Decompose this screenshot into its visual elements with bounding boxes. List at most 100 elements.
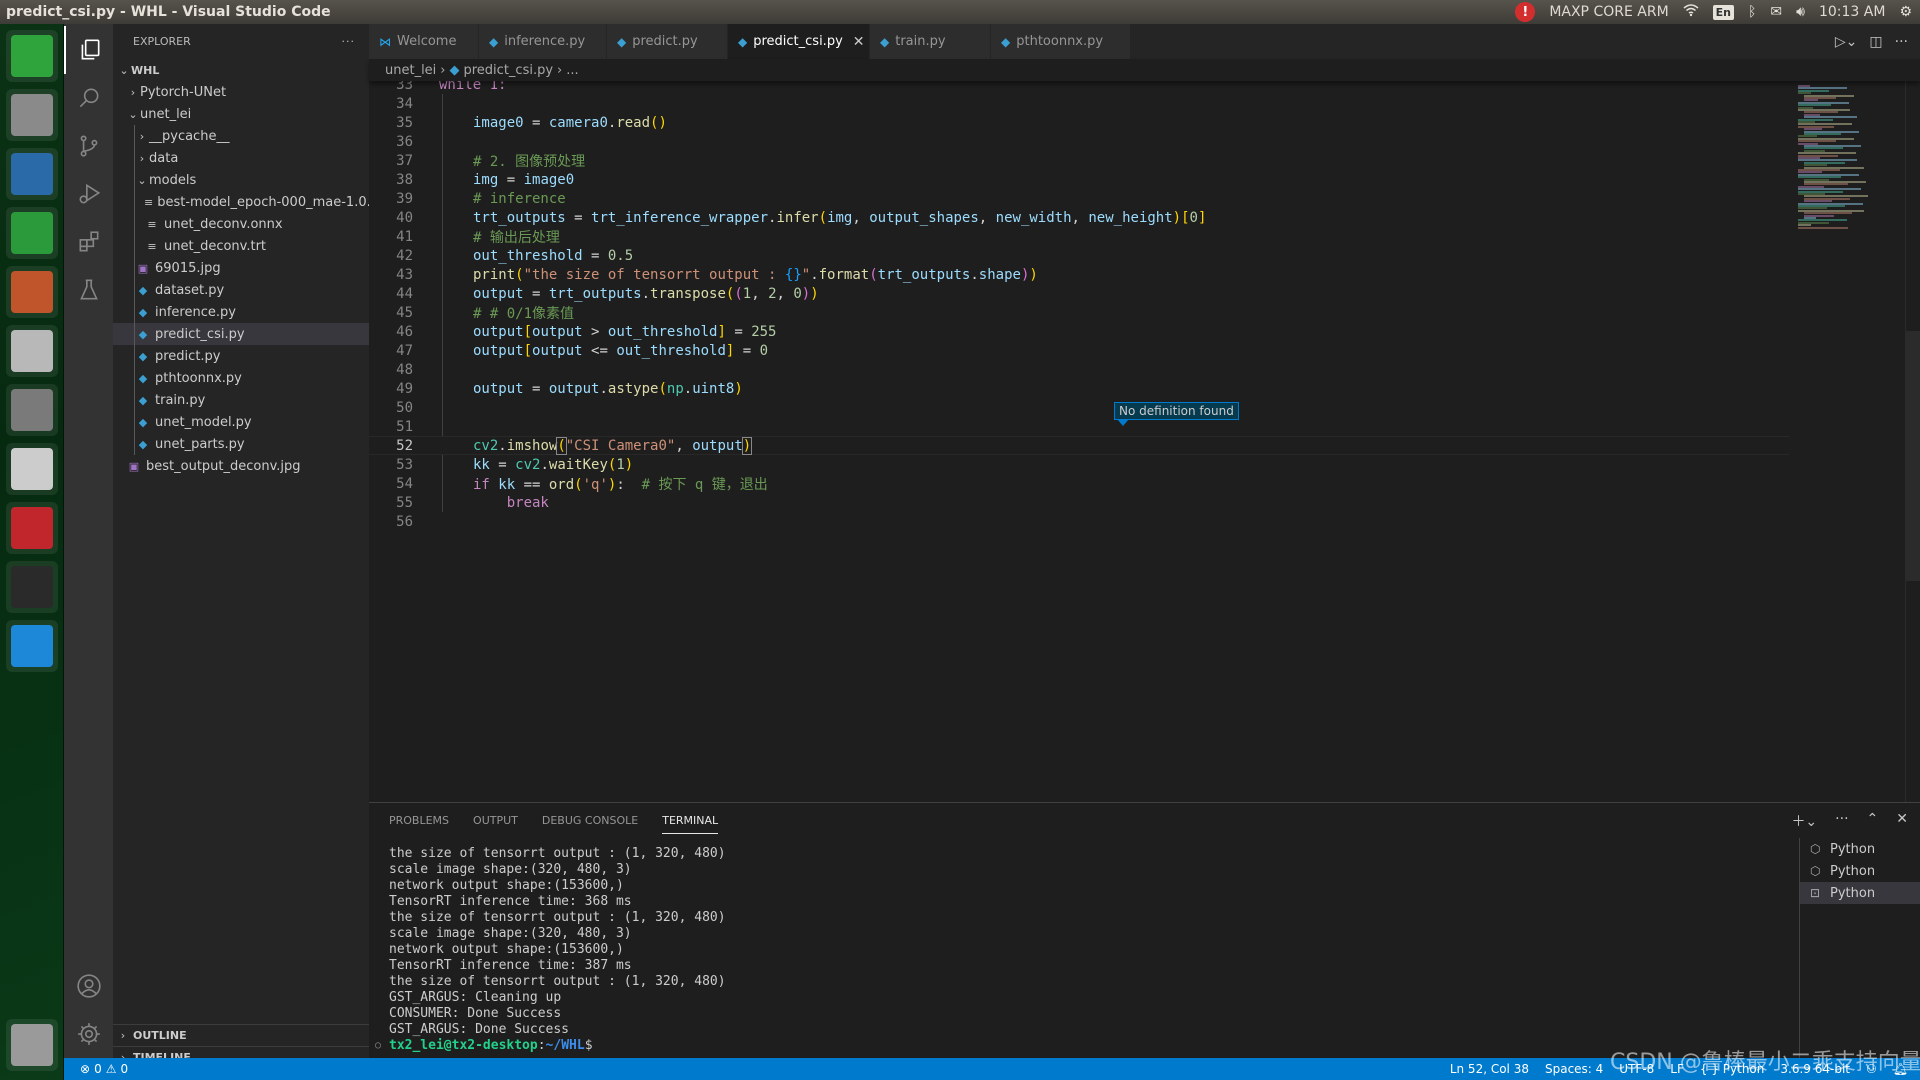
tree-file-item[interactable]: ◆ dataset.py xyxy=(113,279,369,301)
testing-flask-icon[interactable] xyxy=(64,266,113,314)
terminal-output[interactable]: the size of tensorrt output : (1, 320, 4… xyxy=(375,846,1769,1054)
tree-file-item[interactable]: ≡ unet_deconv.onnx xyxy=(113,213,369,235)
search-icon[interactable] xyxy=(64,74,113,122)
tree-file-item[interactable]: ◆ inference.py xyxy=(113,301,369,323)
launcher-vscode-icon[interactable] xyxy=(6,620,58,672)
tree-file-item[interactable]: ▣ 69015.jpg xyxy=(113,257,369,279)
tree-file-item[interactable]: ◆ train.py xyxy=(113,389,369,411)
account-icon[interactable] xyxy=(64,962,113,1010)
tree-folder-item[interactable]: › Pytorch-UNet xyxy=(113,81,369,103)
alert-icon[interactable]: ! xyxy=(1515,2,1536,22)
tree-folder-item[interactable]: › data xyxy=(113,147,369,169)
system-tray: ! MAXP CORE ARM En ᛒ ✉ 🔊︎ 10:13 AM ⚙ xyxy=(1515,2,1920,22)
code-editor[interactable]: 33 while 1: No definition found 34 35 imag… xyxy=(369,81,1920,802)
problems-status[interactable]: ⊗ 0 ⚠ 0 xyxy=(64,1062,128,1076)
code-token: [ xyxy=(1181,209,1190,226)
tab-label: Welcome xyxy=(397,34,457,49)
tree-folder-item[interactable]: ⌄ models xyxy=(113,169,369,191)
settings-gear-icon[interactable] xyxy=(64,1010,113,1058)
terminal-prompt[interactable]: ○ tx2_lei@tx2-desktop:~/WHL$ xyxy=(375,1038,1769,1054)
terminal-instance-label: Python xyxy=(1830,841,1876,857)
launcher-trash-icon[interactable] xyxy=(6,1019,58,1071)
run-debug-icon[interactable] xyxy=(64,170,113,218)
code-line: 34 xyxy=(369,94,1789,113)
terminal-instance[interactable]: ⊡ Python xyxy=(1800,882,1920,904)
code-token: ord xyxy=(548,476,575,493)
tree-file-item[interactable]: ≡ unet_deconv.trt xyxy=(113,235,369,257)
more-actions-icon[interactable]: ··· xyxy=(1835,811,1848,831)
tree-file-item[interactable]: ◆ predict.py xyxy=(113,345,369,367)
terminal-instance[interactable]: ⬡ Python xyxy=(1800,838,1920,860)
close-panel-icon[interactable]: ✕ xyxy=(1896,811,1908,831)
breadcrumb-symbol[interactable]: ... xyxy=(566,63,578,78)
breadcrumb-folder[interactable]: unet_lei xyxy=(385,63,436,78)
libreoffice-calc-icon xyxy=(11,212,53,254)
scrollbar-thumb[interactable] xyxy=(1906,331,1920,581)
code-token: break xyxy=(506,494,549,511)
power-gear-icon[interactable]: ⚙ xyxy=(1899,4,1912,20)
line-code: output[output <= out_threshold] = 0 xyxy=(473,343,768,359)
clock[interactable]: 10:13 AM xyxy=(1819,4,1885,20)
tree-file-item[interactable]: ≡ best-model_epoch-000_mae-1.0... xyxy=(113,191,369,213)
keyboard-layout-indicator[interactable]: En xyxy=(1712,4,1735,20)
panel-tab-debug-console[interactable]: DEBUG CONSOLE xyxy=(542,808,638,833)
tab-label: pthtoonnx.py xyxy=(1016,34,1104,49)
panel-tab-problems[interactable]: PROBLEMS xyxy=(389,808,449,833)
tab-train-py[interactable]: ◆ train.py xyxy=(870,24,991,59)
launcher-libreoffice-impress-icon[interactable] xyxy=(6,266,58,318)
maximize-panel-icon[interactable]: ⌃ xyxy=(1867,811,1879,831)
tree-file-item[interactable]: ◆ unet_parts.py xyxy=(113,433,369,455)
tree-folder-item[interactable]: ⌄ unet_lei xyxy=(113,103,369,125)
line-code: print("the size of tensorrt output : {}"… xyxy=(473,267,1038,283)
bluetooth-icon[interactable]: ᛒ xyxy=(1748,4,1756,20)
code-line: 51 xyxy=(369,417,1789,436)
outline-section[interactable]: › OUTLINE xyxy=(113,1024,369,1046)
tree-file-item[interactable]: ◆ pthtoonnx.py xyxy=(113,367,369,389)
breadcrumb-file[interactable]: predict_csi.py xyxy=(464,63,554,78)
split-editor-icon[interactable]: ◫ xyxy=(1869,34,1882,50)
run-python-icon[interactable]: ▷⌄ xyxy=(1835,34,1858,50)
launcher-libreoffice-writer-icon[interactable] xyxy=(6,148,58,200)
new-terminal-icon[interactable]: ＋⌄ xyxy=(1791,811,1817,831)
editor-scrollbar[interactable] xyxy=(1905,81,1920,802)
launcher-libreoffice-calc-icon[interactable] xyxy=(6,207,58,259)
panel-tab-terminal[interactable]: TERMINAL xyxy=(662,808,719,834)
launcher-files-icon[interactable] xyxy=(6,89,58,141)
launcher-sd-card-icon[interactable] xyxy=(6,502,58,554)
code-token: output xyxy=(548,380,600,397)
tab-welcome[interactable]: ⋈ Welcome xyxy=(369,24,479,59)
tab-inference-py[interactable]: ◆ inference.py xyxy=(479,24,607,59)
code-token: ( xyxy=(818,209,828,226)
volume-icon[interactable]: 🔊︎ xyxy=(1796,4,1805,20)
launcher-system-settings-icon[interactable] xyxy=(6,384,58,436)
tab-predict-csi-py[interactable]: ◆ predict_csi.py ✕ xyxy=(728,24,870,59)
launcher-software-center-icon[interactable] xyxy=(6,325,58,377)
launcher-ubuntu-dash-icon[interactable] xyxy=(6,30,58,82)
tree-file-item[interactable]: ▣ best_output_deconv.jpg xyxy=(113,455,369,477)
wifi-icon[interactable] xyxy=(1683,3,1699,21)
warning-count: 0 xyxy=(120,1062,129,1076)
mail-icon[interactable]: ✉ xyxy=(1770,4,1782,20)
panel-tab-output[interactable]: OUTPUT xyxy=(473,808,518,833)
tree-file-item[interactable]: ◆ unet_model.py xyxy=(113,411,369,433)
tree-item-label: best_output_deconv.jpg xyxy=(146,458,301,474)
close-tab-icon[interactable]: ✕ xyxy=(853,34,865,50)
extensions-icon[interactable] xyxy=(64,218,113,266)
indentation[interactable]: Spaces: 4 xyxy=(1545,1062,1603,1076)
minimap[interactable] xyxy=(1790,81,1905,802)
tab-predict-py[interactable]: ◆ predict.py xyxy=(607,24,728,59)
tree-folder-item[interactable]: › __pycache__ xyxy=(113,125,369,147)
tree-file-item[interactable]: ◆ predict_csi.py xyxy=(113,323,369,345)
alert-label[interactable]: MAXP CORE ARM xyxy=(1549,4,1668,20)
line-code: while 1: xyxy=(439,81,507,93)
explorer-icon[interactable] xyxy=(64,26,113,74)
launcher-drive-icon[interactable] xyxy=(6,443,58,495)
terminal-instance[interactable]: ⬡ Python xyxy=(1800,860,1920,882)
more-actions-icon[interactable]: ··· xyxy=(342,35,356,48)
tab-pthtoonnx-py[interactable]: ◆ pthtoonnx.py xyxy=(991,24,1131,59)
tree-folder-item[interactable]: ⌄ WHL xyxy=(113,59,369,81)
source-control-icon[interactable] xyxy=(64,122,113,170)
launcher-terminal-icon[interactable] xyxy=(6,561,58,613)
more-actions-icon[interactable]: ··· xyxy=(1895,34,1908,50)
cursor-position[interactable]: Ln 52, Col 38 xyxy=(1450,1062,1529,1076)
